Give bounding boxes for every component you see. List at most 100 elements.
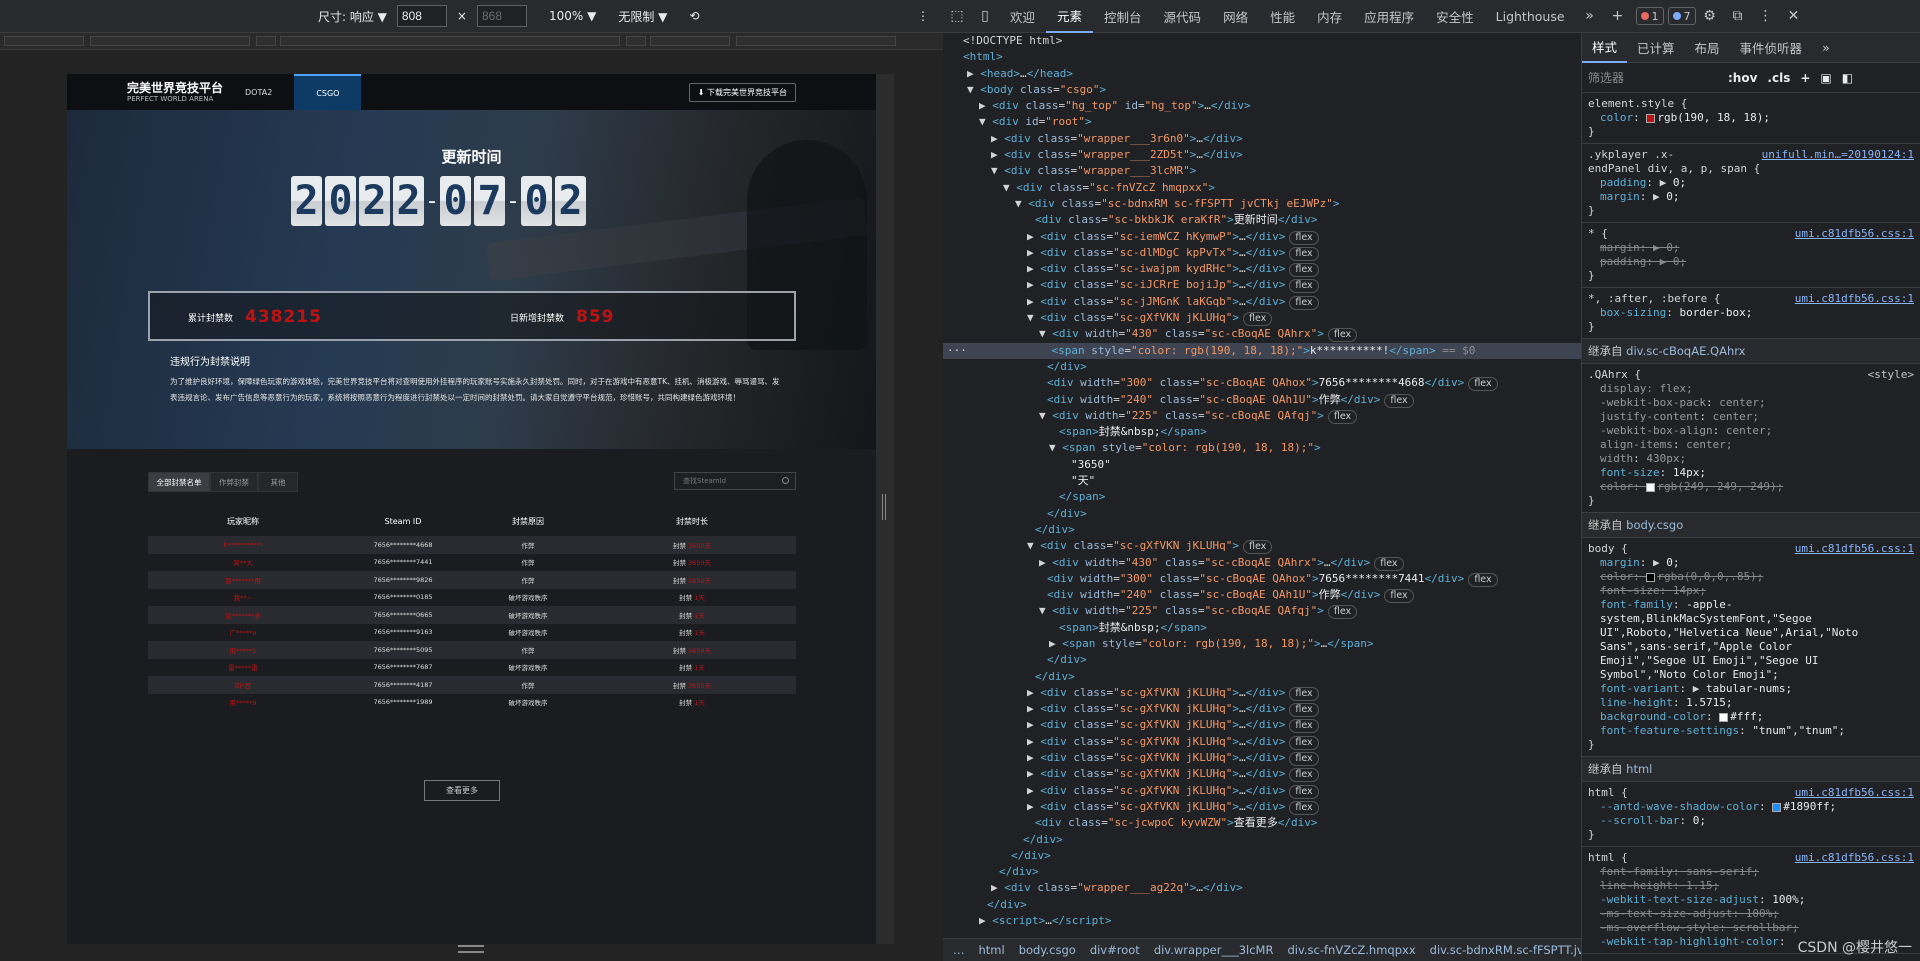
add-rule-icon[interactable]: + bbox=[1800, 71, 1810, 85]
date-digit: 2 bbox=[555, 176, 586, 226]
viewport-resize-handle[interactable] bbox=[876, 74, 894, 944]
steamid-search-input[interactable]: 查找SteamId bbox=[674, 472, 796, 490]
close-icon[interactable]: ✕ bbox=[1785, 7, 1803, 25]
tab-csgo[interactable]: CSGO bbox=[294, 74, 362, 110]
csdn-watermark: CSDN @樱井悠一 bbox=[1797, 940, 1912, 956]
ban-table: k**********! 7656********4668 作弊 封禁 3650天 哭… bbox=[148, 536, 796, 711]
viewport-bottom-resize-handle[interactable] bbox=[458, 945, 484, 953]
date-digit: 2 bbox=[291, 176, 322, 226]
tab-network[interactable]: 网络 bbox=[1212, 0, 1259, 33]
tab-lighthouse[interactable]: Lighthouse bbox=[1485, 0, 1576, 33]
tab-event-listeners[interactable]: 事件侦听器 bbox=[1730, 33, 1813, 63]
table-row: 广*****o 7656********9163 破坏游戏秩序 封禁 1天 bbox=[229, 628, 705, 638]
tab-sources[interactable]: 源代码 bbox=[1153, 0, 1213, 33]
width-input[interactable] bbox=[396, 5, 447, 27]
breadcrumb-item[interactable]: … bbox=[953, 943, 965, 957]
view-more-button[interactable]: 查看更多 bbox=[424, 780, 500, 801]
more-tabs-icon[interactable]: » bbox=[1581, 7, 1599, 25]
device-toolbar-icon[interactable]: ▯ bbox=[976, 7, 994, 25]
filter-bar: 全部封禁名单 作弊封禁 其他 查找SteamId bbox=[148, 472, 796, 492]
breadcrumb-item[interactable]: div#root bbox=[1090, 943, 1140, 957]
inspect-element-icon[interactable]: ⬚ bbox=[948, 7, 966, 25]
style-rule: element.style { color: rgb(190, 18, 18);… bbox=[1582, 93, 1920, 144]
style-rule: *, :after, :before {umi.c81dfb56.css:1 b… bbox=[1582, 288, 1920, 339]
rotate-icon[interactable]: ⟲ bbox=[689, 9, 699, 23]
style-rule: body {umi.c81dfb56.css:1 margin: ▶ 0; co… bbox=[1582, 538, 1920, 757]
tab-styles[interactable]: 样式 bbox=[1582, 33, 1628, 63]
tab-console[interactable]: 控制台 bbox=[1093, 0, 1153, 33]
tab-elements[interactable]: 元素 bbox=[1046, 0, 1094, 33]
breadcrumb-item[interactable]: html bbox=[979, 943, 1005, 957]
tab-performance[interactable]: 性能 bbox=[1259, 0, 1306, 33]
add-tab-icon[interactable]: + bbox=[1609, 7, 1627, 25]
tab-application[interactable]: 应用程序 bbox=[1353, 0, 1425, 33]
table-row: 哭**大 7656********7441 作弊 封禁 3650天 bbox=[233, 558, 712, 568]
tab-dota2[interactable]: DOTA2 bbox=[223, 74, 294, 110]
more-tabs-icon[interactable]: » bbox=[1812, 33, 1840, 63]
date-digit: 2 bbox=[359, 176, 390, 226]
table-row: 雷*****雷 7656********7687 破坏游戏秩序 封禁 1天 bbox=[228, 663, 705, 673]
date-separator: - bbox=[428, 188, 436, 214]
message-count-badge[interactable]: 7 bbox=[1667, 7, 1696, 25]
inherited-header: 继承自 body.csgo bbox=[1582, 513, 1920, 538]
filter-cheat[interactable]: 作弊封禁 bbox=[210, 472, 258, 492]
media-query-ruler bbox=[0, 33, 943, 50]
inherited-header: 继承自 div.sc-cBoqAE.QAhrx bbox=[1582, 339, 1920, 364]
class-toggle[interactable]: .cls bbox=[1767, 71, 1790, 85]
paint-icon[interactable]: ▣ bbox=[1820, 71, 1831, 85]
date-digit: 0 bbox=[325, 176, 356, 226]
dimensions-dropdown[interactable]: 尺寸: 响应 ▼ bbox=[318, 8, 387, 25]
breadcrumb-item[interactable]: body.csgo bbox=[1019, 943, 1076, 957]
table-row: 用*****9 7656********1989 破坏游戏秩序 封禁 1天 bbox=[229, 698, 705, 708]
more-options-icon[interactable]: ⋮ bbox=[917, 9, 929, 23]
daily-bans-value: 859 bbox=[576, 307, 615, 327]
styles-tabbar: 样式 已计算 布局 事件侦听器 » bbox=[1582, 33, 1920, 63]
filter-other[interactable]: 其他 bbox=[258, 472, 298, 492]
dom-breadcrumb: … html body.csgo div#root div.wrapper___… bbox=[943, 938, 1581, 961]
update-date: 2 0 2 2 - 0 7 - 0 2 bbox=[291, 176, 586, 226]
style-rule: .ykplayer .x-unifull.min…=20190124:1 end… bbox=[1582, 144, 1920, 223]
download-button[interactable]: ⬇ 下载完美世界竞技平台 bbox=[688, 82, 796, 102]
update-time-title: 更新时间 bbox=[441, 148, 502, 166]
col-reason: 封禁原因 bbox=[512, 516, 544, 526]
tab-computed[interactable]: 已计算 bbox=[1627, 33, 1685, 63]
height-input[interactable] bbox=[476, 5, 527, 27]
styles-pane: 样式 已计算 布局 事件侦听器 » 筛选器 :hov .cls + ▣ ◧ el… bbox=[1581, 33, 1920, 961]
table-row: 我**~ 7656********0185 破坏游戏秩序 封禁 1天 bbox=[233, 593, 705, 603]
col-steamid: Steam ID bbox=[384, 516, 422, 526]
rules-title: 违规行为封禁说明 bbox=[170, 357, 250, 368]
tab-security[interactable]: 安全性 bbox=[1425, 0, 1485, 33]
breadcrumb-item[interactable]: div.wrapper___3lcMR bbox=[1154, 943, 1274, 957]
table-header: 玩家昵称 Steam ID 封禁原因 封禁时长 bbox=[148, 510, 796, 532]
more-menu-icon[interactable]: ⋮ bbox=[1757, 7, 1775, 25]
inherited-header: 继承自 html bbox=[1582, 757, 1920, 782]
ban-stats-box: 累计封禁数 438215 日新增封禁数 859 bbox=[148, 291, 796, 341]
throttle-dropdown[interactable]: 无限制 ▼ bbox=[618, 8, 667, 25]
dom-tree-panel[interactable]: <!DOCTYPE html> <html> ▶ <head>…</head> … bbox=[943, 33, 1581, 938]
table-row: 冒*******用 7656********9826 作弊 封禁 3650天 bbox=[148, 571, 796, 589]
breadcrumb-item[interactable]: div.sc-bdnxRM.sc-fFSPTT.jvCTkj. bbox=[1430, 943, 1581, 957]
breadcrumb-item[interactable]: div.sc-fnVZcZ.hmqpxx bbox=[1287, 943, 1415, 957]
site-logo[interactable]: 完美世界竞技平台 PERFECT WORLD ARENA bbox=[127, 82, 223, 103]
date-digit: 2 bbox=[393, 176, 424, 226]
styles-filter-input[interactable]: 筛选器 bbox=[1588, 69, 1718, 86]
device-viewport: 完美世界竞技平台 PERFECT WORLD ARENA DOTA2 CSGO … bbox=[0, 50, 943, 961]
daily-bans-label: 日新增封禁数 bbox=[510, 313, 565, 324]
zoom-dropdown[interactable]: 100% ▼ bbox=[549, 9, 596, 23]
tab-welcome[interactable]: 欢迎 bbox=[999, 0, 1046, 33]
tab-layout[interactable]: 布局 bbox=[1685, 33, 1730, 63]
undock-icon[interactable]: ⧉ bbox=[1729, 7, 1747, 25]
settings-gear-icon[interactable]: ⚙ bbox=[1701, 7, 1719, 25]
hero-banner: 更新时间 2 0 2 2 - 0 7 - 0 2 累计封禁数 438215 日新增… bbox=[67, 110, 876, 449]
error-count-badge[interactable]: 1 bbox=[1635, 7, 1664, 25]
tab-memory[interactable]: 内存 bbox=[1306, 0, 1353, 33]
sidebar-toggle-icon[interactable]: ◧ bbox=[1842, 71, 1853, 85]
search-icon[interactable] bbox=[782, 477, 789, 484]
date-digit: 0 bbox=[440, 176, 471, 226]
col-duration: 封禁时长 bbox=[676, 516, 708, 526]
rules-text: 为了维护良好环境，保障绿色玩家的游戏体验，完美世界竞技平台将对查明使用外挂程序的… bbox=[170, 377, 780, 402]
table-row: 论*******多 7656********0665 破坏游戏秩序 封禁 1天 bbox=[148, 606, 796, 624]
site-navbar: 完美世界竞技平台 PERFECT WORLD ARENA DOTA2 CSGO … bbox=[67, 74, 876, 110]
filter-all[interactable]: 全部封禁名单 bbox=[148, 472, 210, 492]
hover-state-toggle[interactable]: :hov bbox=[1728, 71, 1757, 85]
